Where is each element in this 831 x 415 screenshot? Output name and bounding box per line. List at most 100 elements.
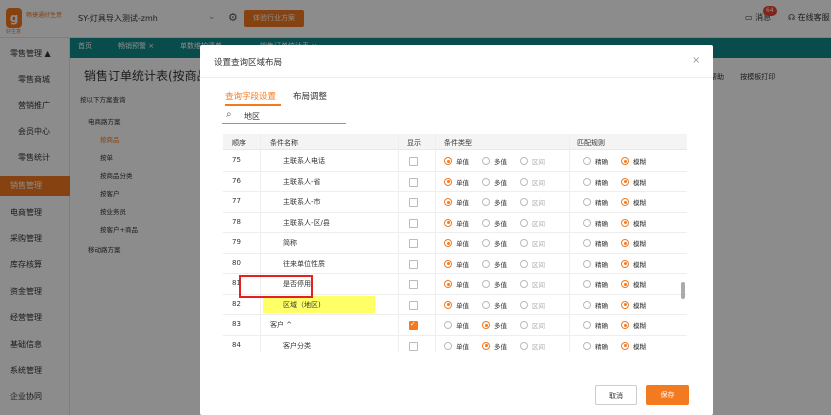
field-name-cell: 往来单位性质 — [283, 259, 325, 268]
column-header: 显示 — [407, 139, 421, 147]
match-fuzzy-label: 模糊 — [633, 342, 646, 351]
type-single-radio[interactable] — [444, 341, 452, 350]
type-range-radio[interactable] — [520, 239, 528, 247]
type-single-radio[interactable] — [444, 300, 452, 309]
match-exact-radio[interactable] — [583, 157, 591, 165]
type-multi-radio[interactable] — [482, 218, 490, 227]
field-name-cell: 主联系人-省 — [283, 177, 321, 186]
show-checkbox[interactable] — [409, 280, 418, 289]
table-scrollbar[interactable] — [681, 282, 685, 299]
match-exact-radio[interactable] — [583, 341, 591, 350]
show-checkbox[interactable] — [409, 300, 418, 310]
order-cell: 75 — [232, 156, 241, 164]
type-single-label: 单值 — [456, 342, 469, 351]
match-exact-radio[interactable] — [583, 321, 591, 329]
type-single-radio[interactable] — [444, 198, 452, 206]
show-checkbox[interactable] — [409, 198, 418, 207]
match-exact-radio[interactable] — [583, 218, 591, 227]
match-fuzzy-label: 模糊 — [633, 158, 646, 166]
type-range-radio[interactable] — [520, 177, 528, 186]
type-single-radio[interactable] — [444, 280, 452, 288]
type-range-radio[interactable] — [520, 341, 528, 350]
show-checkbox[interactable] — [409, 341, 418, 351]
type-multi-radio[interactable] — [482, 239, 490, 247]
show-checkbox[interactable] — [409, 157, 418, 166]
match-exact-label: 精确 — [595, 219, 608, 228]
type-multi-label: 多值 — [494, 281, 507, 289]
match-fuzzy-radio[interactable] — [621, 300, 629, 309]
match-fuzzy-radio[interactable] — [621, 280, 629, 288]
match-fuzzy-radio[interactable] — [621, 198, 629, 206]
type-single-radio[interactable] — [444, 239, 452, 247]
match-fuzzy-radio[interactable] — [621, 239, 629, 247]
order-cell: 82 — [232, 299, 241, 308]
type-range-radio[interactable] — [520, 321, 528, 329]
type-multi-radio[interactable] — [482, 321, 490, 329]
match-fuzzy-label: 模糊 — [633, 240, 646, 248]
field-name-cell: 主联系人-市 — [283, 198, 321, 206]
match-exact-label: 精确 — [595, 158, 608, 166]
field-name-cell[interactable]: 客户 ^ — [270, 320, 292, 330]
show-checkbox[interactable] — [409, 320, 418, 330]
table-row: 76 主联系人-省 单值 多值 区间 精确 模糊 — [223, 172, 687, 192]
save-button[interactable]: 保存 — [646, 385, 689, 405]
tab-field-settings[interactable]: 查询字段设置 — [225, 90, 276, 102]
match-exact-radio[interactable] — [583, 177, 591, 186]
search-icon: ⌕ — [226, 109, 232, 120]
order-cell: 76 — [232, 176, 241, 185]
type-single-radio[interactable] — [444, 177, 452, 186]
match-exact-radio[interactable] — [583, 300, 591, 309]
match-fuzzy-radio[interactable] — [621, 177, 629, 186]
type-multi-radio[interactable] — [482, 280, 490, 288]
type-range-radio[interactable] — [520, 259, 528, 268]
type-multi-radio[interactable] — [482, 157, 490, 165]
type-single-label: 单值 — [456, 301, 469, 310]
match-fuzzy-radio[interactable] — [621, 321, 629, 329]
column-divider — [569, 134, 570, 352]
type-single-radio[interactable] — [444, 321, 452, 329]
match-exact-radio[interactable] — [583, 280, 591, 288]
type-range-radio[interactable] — [520, 280, 528, 288]
type-range-radio[interactable] — [520, 198, 528, 206]
type-range-radio[interactable] — [520, 157, 528, 165]
match-exact-label: 精确 — [595, 322, 608, 330]
column-divider — [260, 134, 261, 352]
match-fuzzy-radio[interactable] — [621, 218, 629, 227]
dialog-title: 设置查询区域布局 — [214, 58, 283, 68]
show-checkbox[interactable] — [409, 218, 418, 228]
match-fuzzy-radio[interactable] — [621, 259, 629, 268]
type-multi-radio[interactable] — [482, 259, 490, 268]
type-multi-radio[interactable] — [482, 177, 490, 186]
close-icon[interactable]: × — [692, 55, 700, 66]
match-fuzzy-radio[interactable] — [621, 157, 629, 165]
type-multi-radio[interactable] — [482, 198, 490, 206]
type-single-radio[interactable] — [444, 218, 452, 227]
type-range-label: 区间 — [532, 199, 545, 207]
order-cell: 84 — [232, 340, 241, 349]
type-multi-label: 多值 — [494, 342, 507, 351]
show-checkbox[interactable] — [409, 239, 418, 248]
match-exact-radio[interactable] — [583, 239, 591, 247]
show-checkbox[interactable] — [409, 177, 418, 187]
type-single-radio[interactable] — [444, 157, 452, 165]
type-single-radio[interactable] — [444, 259, 452, 268]
match-exact-radio[interactable] — [583, 259, 591, 268]
match-fuzzy-radio[interactable] — [621, 341, 629, 350]
type-multi-label: 多值 — [494, 219, 507, 228]
layout-settings-dialog: 设置查询区域布局 × 查询字段设置 布局调整 ⌕ 地区 顺序 条件名称 显示 条… — [200, 45, 713, 415]
show-checkbox[interactable] — [409, 259, 418, 269]
match-exact-radio[interactable] — [583, 198, 591, 206]
active-tab-underline — [225, 104, 281, 106]
column-divider — [435, 134, 436, 352]
cancel-button[interactable]: 取消 — [595, 385, 637, 405]
table-row: 83 客户 ^ 单值 多值 区间 精确 模糊 — [223, 315, 687, 336]
search-input[interactable]: ⌕ 地区 — [222, 108, 346, 124]
type-single-label: 单值 — [456, 158, 469, 166]
type-multi-radio[interactable] — [482, 300, 490, 309]
type-range-radio[interactable] — [520, 300, 528, 309]
tab-layout-adjust[interactable]: 布局调整 — [293, 90, 327, 102]
type-multi-radio[interactable] — [482, 341, 490, 350]
field-name-cell: 主联系人电话 — [283, 157, 325, 165]
type-range-radio[interactable] — [520, 218, 528, 227]
match-fuzzy-label: 模糊 — [633, 301, 646, 310]
